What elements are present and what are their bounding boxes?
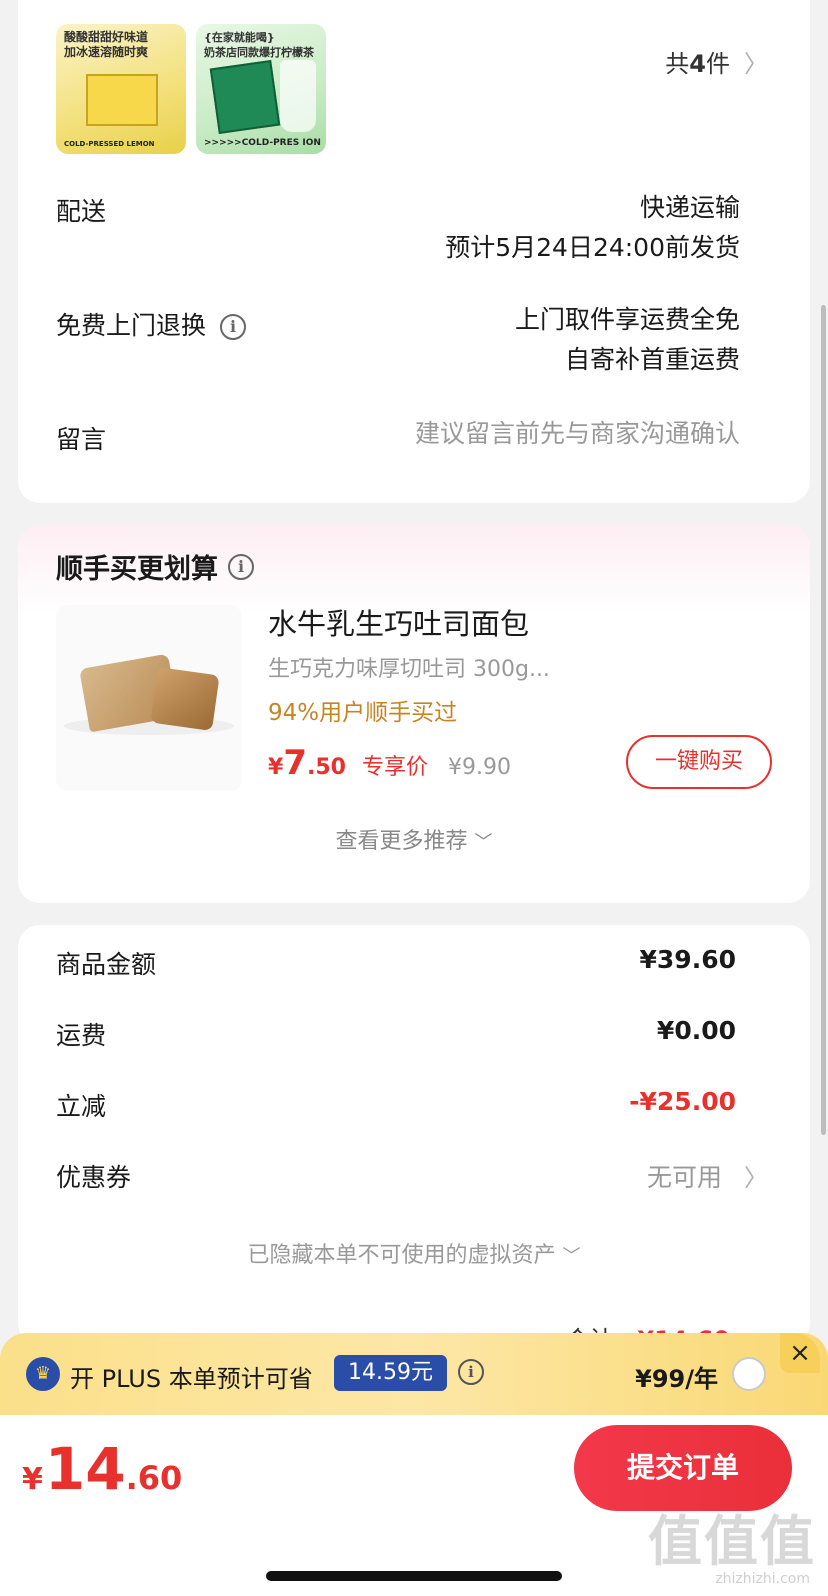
summary-label-discount: 立减	[56, 1092, 107, 1121]
returns-label: 免费上门退换	[56, 311, 207, 340]
crown-icon: ♛	[26, 1357, 60, 1391]
exclusive-price-tag: 专享价	[361, 755, 428, 780]
addon-product-name[interactable]: 水牛乳生巧吐司面包	[268, 601, 529, 643]
returns-info: 上门取件享运费全免 自寄补首重运费	[515, 300, 740, 380]
scrollbar[interactable]	[821, 305, 826, 1135]
plus-savings-badge: 14.59元	[334, 1355, 447, 1391]
close-icon[interactable]: ×	[780, 1333, 820, 1373]
one-click-buy-button[interactable]: 一键购买	[626, 735, 772, 789]
coupon-label: 优惠券	[56, 1163, 132, 1192]
message-label: 留言	[56, 425, 107, 454]
addon-card: 顺手买更划算 i 水牛乳生巧吐司面包 生巧克力味厚切吐司 300g... 94%…	[18, 525, 810, 903]
addon-social-proof: 94%用户顺手买过	[268, 700, 458, 726]
product-pack-text: COLD-PRESSED LEMON	[64, 140, 155, 148]
plus-radio-button[interactable]	[732, 1357, 766, 1391]
summary-label-goods: 商品金额	[56, 950, 157, 979]
chevron-down-icon: ﹀	[474, 832, 493, 853]
coupon-selector[interactable]: 无可用 〉	[647, 1158, 768, 1194]
order-card: 酸酸甜甜好味道 加冰速溶随时爽 COLD-PRESSED LEMON {在家就能…	[18, 0, 810, 503]
delivery-eta: 预计5月24日24:00前发货	[445, 233, 740, 262]
item-count-text: 共4件	[665, 50, 730, 78]
product-package-image	[86, 74, 158, 126]
item-count-link[interactable]: 共4件 〉	[665, 44, 768, 79]
checkout-bar: ¥14.60 提交订单 值值值 zhizhizhi.com	[0, 1415, 828, 1596]
summary-value-goods: ¥39.60	[639, 945, 736, 974]
message-input[interactable]: 建议留言前先与商家沟通确认	[415, 414, 740, 454]
addon-title-row: 顺手买更划算 i	[56, 547, 254, 586]
product-thumbnail-lemon-tea[interactable]: {在家就能喝} 奶茶店同款爆打柠檬茶 >>>>>COLD-PRES ION	[196, 24, 326, 154]
product-thumbnail-lemon[interactable]: 酸酸甜甜好味道 加冰速溶随时爽 COLD-PRESSED LEMON	[56, 24, 186, 154]
more-recommendations-label: 查看更多推荐	[335, 829, 468, 854]
addon-title: 顺手买更划算	[56, 554, 218, 585]
original-price: ¥9.90	[447, 755, 511, 780]
addon-product-desc: 生巧克力味厚切吐司 300g...	[268, 657, 550, 682]
product-thumbnail-tagline: {在家就能喝} 奶茶店同款爆打柠檬茶	[204, 31, 314, 59]
plus-promo-text: 开 PLUS 本单预计可省	[70, 1365, 313, 1393]
bread-slice-image	[150, 666, 220, 732]
summary-card: 商品金额 ¥39.60 运费 ¥0.00 立减 -¥25.00 优惠券 无可用 …	[18, 925, 810, 1354]
summary-label-shipping: 运费	[56, 1021, 107, 1050]
hidden-assets-label: 已隐藏本单不可使用的虚拟资产	[247, 1243, 556, 1268]
info-icon[interactable]: i	[458, 1359, 484, 1385]
home-indicator[interactable]	[266, 1571, 562, 1581]
hidden-assets-toggle[interactable]: 已隐藏本单不可使用的虚拟资产 ﹀	[18, 1237, 810, 1269]
product-thumbnail-tagline: 酸酸甜甜好味道 加冰速溶随时爽	[64, 30, 149, 59]
returns-row-label: 免费上门退换 i	[56, 306, 247, 342]
site-watermark-url: zhizhizhi.com	[715, 1571, 810, 1587]
returns-line2: 自寄补首重运费	[564, 345, 740, 374]
product-pack-text: >>>>>COLD-PRES ION	[204, 138, 321, 148]
addon-price-row: ¥7.50 专享价 ¥9.90	[268, 743, 511, 783]
more-recommendations-link[interactable]: 查看更多推荐 ﹀	[18, 823, 810, 855]
delivery-info: 快递运输 预计5月24日24:00前发货	[445, 188, 740, 268]
addon-price: ¥7.50	[268, 743, 346, 783]
chevron-down-icon: ﹀	[562, 1246, 581, 1267]
drink-cup-image	[280, 60, 316, 132]
summary-value-shipping: ¥0.00	[656, 1016, 736, 1045]
info-icon[interactable]: i	[220, 314, 247, 340]
product-image-bread[interactable]	[56, 605, 242, 791]
info-icon[interactable]: i	[228, 553, 254, 580]
chevron-right-icon: 〉	[744, 50, 768, 78]
returns-line1: 上门取件享运费全免	[514, 305, 740, 334]
site-watermark: 值值值	[648, 1510, 816, 1573]
delivery-method: 快递运输	[639, 193, 740, 222]
order-total-price: ¥14.60	[22, 1435, 183, 1503]
chevron-right-icon: 〉	[744, 1164, 768, 1192]
delivery-label: 配送	[56, 197, 107, 226]
product-package-image	[209, 60, 281, 134]
plus-promo-bar[interactable]: ♛ 开 PLUS 本单预计可省 14.59元 i ¥99/年 ×	[0, 1333, 828, 1415]
plus-price: ¥99/年	[635, 1365, 718, 1393]
coupon-value: 无可用	[646, 1163, 722, 1192]
summary-value-discount: -¥25.00	[629, 1087, 736, 1116]
